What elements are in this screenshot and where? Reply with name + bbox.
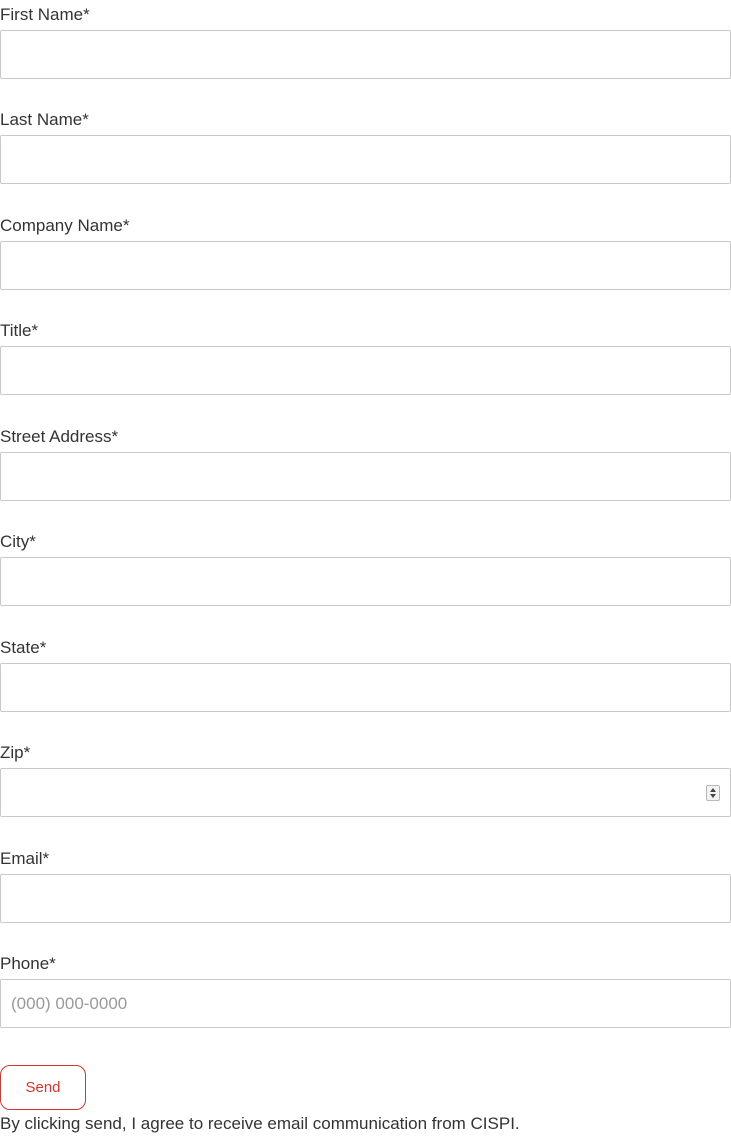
email-label: Email* [0,849,50,868]
first-name-label: First Name* [0,5,90,24]
street-address-label: Street Address* [0,427,119,446]
city-label: City* [0,532,36,551]
spinner-up-icon[interactable] [710,788,716,792]
phone-label: Phone* [0,954,56,973]
last-name-label: Last Name* [0,110,89,129]
last-name-input[interactable] [0,135,731,184]
city-input[interactable] [0,557,731,606]
state-input[interactable] [0,663,731,712]
company-name-input[interactable] [0,241,731,290]
consent-text: By clicking send, I agree to receive ema… [0,1114,520,1133]
state-label: State* [0,638,47,657]
email-input[interactable] [0,874,731,923]
zip-label: Zip* [0,743,31,762]
number-spinner-icon[interactable] [706,785,720,801]
title-label: Title* [0,321,39,340]
spinner-down-icon[interactable] [710,794,716,798]
company-name-label: Company Name* [0,216,130,235]
send-button[interactable]: Send [0,1065,86,1110]
title-input[interactable] [0,346,731,395]
first-name-input[interactable] [0,30,731,79]
zip-input[interactable] [0,768,731,817]
phone-input[interactable] [0,979,731,1028]
street-address-input[interactable] [0,452,731,501]
